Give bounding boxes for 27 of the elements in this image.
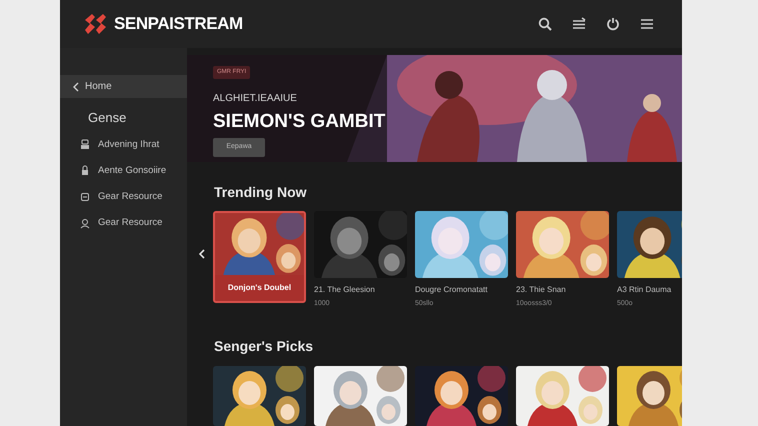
card-title: A3 Rtin Dauma [617,284,672,296]
power-icon[interactable] [606,17,620,31]
person-icon [80,218,90,229]
hero-subtitle: ALGHIET.IEAAIUE [213,92,297,106]
search-icon[interactable] [538,17,552,31]
card-title: 23. Thie Snan [516,284,567,296]
card-title: Donjon's Doubel [226,282,292,294]
lock-icon [80,165,90,176]
list-icon[interactable] [572,17,586,31]
card-title: Dougre Cromonatatt [415,284,488,296]
logo-icon [82,12,108,36]
sidebar-link[interactable]: Advening Ihrat [98,138,160,152]
selected-card[interactable]: Donjon's Doubel [213,211,306,303]
hero-title: SIEMON'S GAMBIT [213,110,386,134]
back-icon [73,82,79,92]
app-name: SENPAISTREAM [114,13,243,36]
section-heading: Gense [87,109,128,127]
sidebar-link[interactable]: Aente Gonsoiire [98,164,166,178]
section-title: Trending Now [213,183,308,202]
chevron-left-icon[interactable] [199,249,205,259]
sidebar-link[interactable]: Gear Resource [98,216,162,230]
menu-icon[interactable] [640,17,654,31]
section-title: Senger's Picks [213,336,314,356]
nav-item[interactable]: Home [60,75,187,98]
card-title: 21. The Gleesion [314,284,376,296]
box-icon [80,192,90,203]
sidebar-link[interactable]: Gear Resource [98,190,162,204]
